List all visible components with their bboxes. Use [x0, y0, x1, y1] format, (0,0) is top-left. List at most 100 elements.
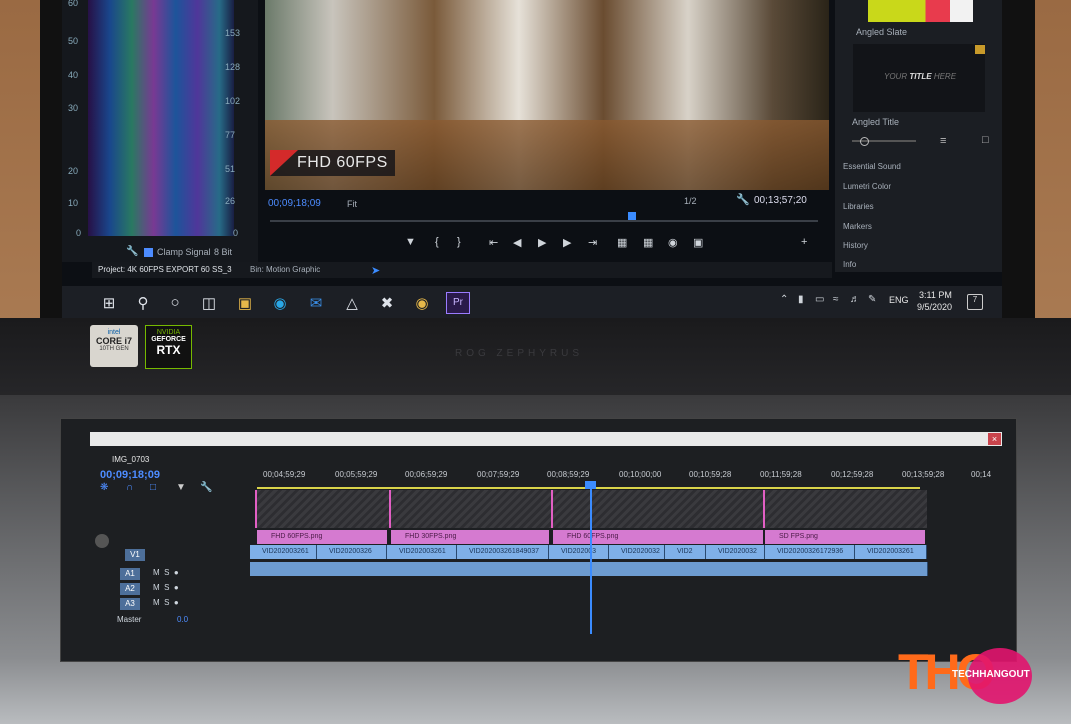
language-indicator[interactable]: ENG: [889, 295, 909, 305]
graphic-clip[interactable]: SD FPS.png: [765, 530, 925, 544]
go-to-out-icon[interactable]: ⇥: [588, 236, 597, 249]
export-frame-icon[interactable]: ◉: [668, 236, 678, 249]
compare-icon[interactable]: ▣: [693, 236, 703, 249]
master-volume[interactable]: 0.0: [177, 615, 188, 624]
premiere-pro-icon[interactable]: Pr: [446, 292, 470, 314]
monitor-scrub-bar[interactable]: [270, 220, 818, 222]
wifi-icon[interactable]: ≈: [833, 294, 839, 305]
linked-selection-icon[interactable]: ∩: [126, 482, 133, 493]
notifications-icon[interactable]: 7: [967, 294, 983, 310]
video-clip[interactable]: VID20200326: [317, 545, 387, 559]
list-view-icon[interactable]: ≡: [940, 135, 946, 147]
mark-out-icon[interactable]: }: [457, 236, 461, 248]
time-ruler[interactable]: 00;04;59;29 00;05;59;29 00;06;59;29 00;0…: [255, 470, 991, 486]
start-icon[interactable]: ⊞: [96, 294, 122, 312]
clock-date[interactable]: 9/5/2020: [917, 302, 952, 312]
zoom-select[interactable]: Fit: [347, 199, 357, 209]
audio-clip[interactable]: [549, 562, 666, 576]
menu-lumetri-color[interactable]: Lumetri Color: [843, 182, 891, 191]
chrome-icon[interactable]: ◉: [409, 294, 435, 312]
step-forward-icon[interactable]: ▶: [563, 236, 571, 249]
snap-icon[interactable]: ❋: [100, 482, 108, 493]
marker-icon-2[interactable]: ▼: [176, 482, 186, 493]
audio-clip[interactable]: [457, 562, 550, 576]
add-marker-icon[interactable]: □: [150, 482, 156, 493]
v2-clip[interactable]: [763, 490, 927, 528]
go-to-in-icon[interactable]: ⇤: [489, 236, 498, 249]
video-clip[interactable]: VID2020032: [609, 545, 665, 559]
audio-clip[interactable]: [387, 562, 458, 576]
settings-wrench-icon[interactable]: 🔧: [736, 193, 750, 206]
menu-history[interactable]: History: [843, 241, 868, 250]
sequence-name[interactable]: IMG_0703: [112, 455, 149, 464]
v2-clip[interactable]: [255, 490, 389, 528]
video-clip[interactable]: VID202003261849037: [457, 545, 549, 559]
armoury-crate-icon[interactable]: △: [339, 294, 365, 312]
track-a2[interactable]: A2: [120, 583, 140, 595]
mark-in-icon[interactable]: {: [435, 236, 439, 248]
graphic-clip[interactable]: FHD 60FPS.png: [257, 530, 387, 544]
pen-icon[interactable]: ✎: [868, 294, 876, 305]
menu-markers[interactable]: Markers: [843, 222, 872, 231]
timeline-settings-icon[interactable]: 🔧: [200, 482, 212, 493]
video-clip[interactable]: VID2020032: [706, 545, 765, 559]
file-explorer-icon[interactable]: ▣: [232, 294, 258, 312]
wrench-icon[interactable]: 🔧: [126, 246, 138, 257]
graphic-clip[interactable]: FHD 60FPS.png: [553, 530, 763, 544]
marker-icon[interactable]: ▼: [405, 236, 416, 248]
project-tab[interactable]: Project: 4K 60FPS EXPORT 60 SS_3: [98, 265, 232, 274]
edge-icon[interactable]: ◉: [267, 294, 293, 312]
menu-libraries[interactable]: Libraries: [843, 202, 874, 211]
video-clip[interactable]: VID2: [665, 545, 706, 559]
mute-solo-icons[interactable]: M S ●: [153, 583, 179, 592]
v2-clip[interactable]: [551, 490, 763, 528]
bin-tab[interactable]: Bin: Motion Graphic: [250, 265, 320, 274]
track-a1[interactable]: A1: [120, 568, 140, 580]
track-a3[interactable]: A3: [120, 598, 140, 610]
audio-clip[interactable]: [665, 562, 766, 576]
lift-icon[interactable]: ▦: [617, 236, 627, 249]
audio-clip[interactable]: [765, 562, 928, 576]
timeline-timecode[interactable]: 00;09;18;09: [100, 469, 160, 481]
transport-controls: ▼ { } ⇤ ◀ ▶ ▶ ⇥ ▦ ▦ ◉ ▣ +: [405, 236, 825, 250]
track-v1[interactable]: V1: [125, 549, 145, 561]
usb-icon[interactable]: ▮: [798, 294, 804, 305]
angled-slate-thumbnail[interactable]: [868, 0, 973, 22]
slider-handle[interactable]: [860, 137, 869, 146]
search-icon[interactable]: ⚲: [130, 294, 156, 312]
menu-essential-sound[interactable]: Essential Sound: [843, 162, 901, 171]
volume-icon[interactable]: ♬: [850, 294, 860, 305]
xbox-icon[interactable]: ✖: [374, 294, 400, 312]
button-editor-icon[interactable]: +: [801, 236, 807, 248]
task-view-icon[interactable]: ◫: [196, 294, 222, 312]
menu-info[interactable]: Info: [843, 260, 856, 269]
extract-icon[interactable]: ▦: [643, 236, 653, 249]
mail-icon[interactable]: ✉: [303, 294, 329, 312]
bit-depth-select[interactable]: 8 Bit: [214, 247, 232, 257]
source-patch-icon[interactable]: [95, 534, 109, 548]
v2-clip[interactable]: [389, 490, 551, 528]
resolution-select[interactable]: 1/2: [684, 196, 697, 206]
mute-solo-icons[interactable]: M S ●: [153, 598, 179, 607]
video-clip[interactable]: VID202003261: [250, 545, 317, 559]
video-clip[interactable]: VID20200326172936: [765, 545, 855, 559]
video-clip[interactable]: VID202003: [549, 545, 609, 559]
clamp-checkbox[interactable]: [144, 248, 153, 257]
audio-clip[interactable]: [250, 562, 318, 576]
new-item-icon[interactable]: □: [982, 134, 989, 146]
step-back-icon[interactable]: ◀: [513, 236, 521, 249]
audio-clip[interactable]: [317, 562, 388, 576]
graphic-clip[interactable]: FHD 30FPS.png: [391, 530, 549, 544]
tray-chevron-icon[interactable]: ⌃: [780, 294, 788, 305]
clock-time[interactable]: 3:11 PM: [919, 290, 952, 300]
video-clip[interactable]: VID202003261: [387, 545, 457, 559]
cortana-icon[interactable]: ○: [162, 294, 188, 311]
close-window-button[interactable]: ×: [988, 433, 1001, 445]
play-icon[interactable]: ▶: [538, 236, 546, 249]
battery-icon[interactable]: ▭: [815, 294, 824, 305]
mute-solo-icons[interactable]: M S ●: [153, 568, 179, 577]
video-clip[interactable]: VID202003261: [855, 545, 927, 559]
timeline-playhead[interactable]: [590, 484, 592, 634]
monitor-playhead[interactable]: [628, 212, 636, 220]
playhead-timecode[interactable]: 00;09;18;09: [268, 198, 321, 209]
